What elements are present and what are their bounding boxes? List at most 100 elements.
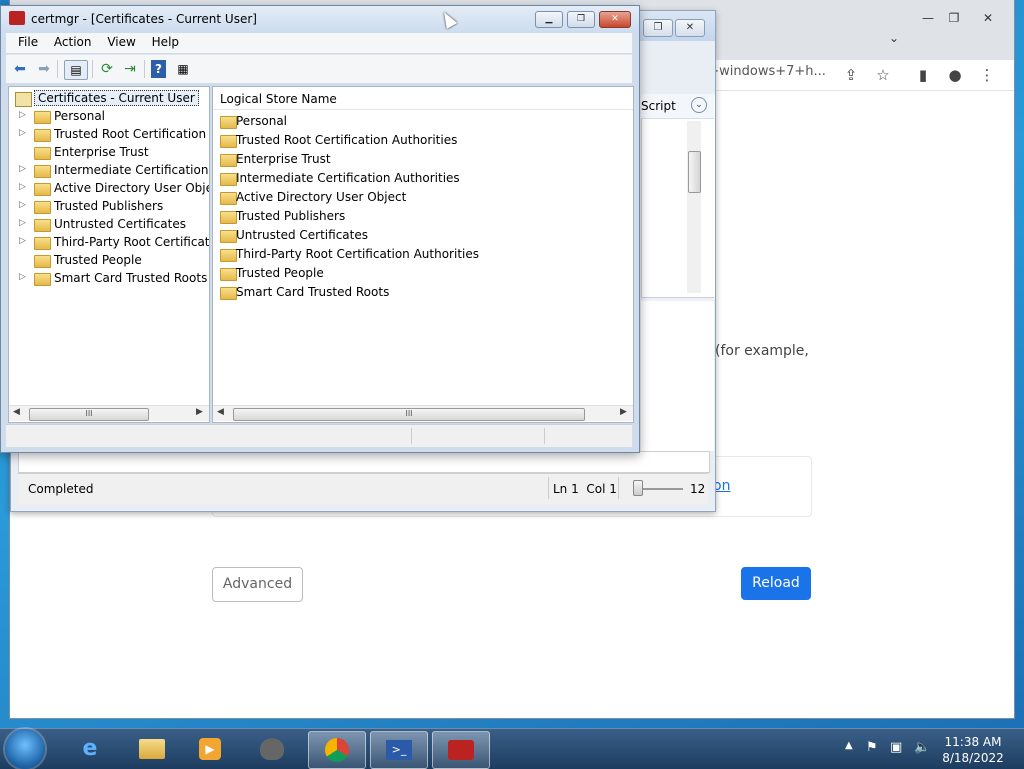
tree-item[interactable]: ▷ Personal: [9, 108, 209, 126]
tree-item[interactable]: ▷ Trusted Publishers: [9, 198, 209, 216]
tree-pane[interactable]: Certificates - Current User ▷ Personal ▷ Tr…: [8, 86, 210, 423]
help-icon[interactable]: ?: [151, 60, 166, 78]
expand-arrow-icon[interactable]: ▷: [19, 164, 26, 174]
list-item[interactable]: Smart Card Trusted Roots: [213, 283, 633, 302]
maximize-button[interactable]: ❐: [567, 11, 595, 28]
tree-item[interactable]: Trusted People: [9, 252, 209, 270]
list-item-label: Enterprise Trust: [236, 152, 331, 166]
tab-search-chevron-icon[interactable]: ⌄: [881, 30, 907, 48]
list-item[interactable]: Trusted People: [213, 264, 633, 283]
close-button[interactable]: ✕: [599, 11, 631, 28]
system-clock[interactable]: 11:38 AM 8/18/2022: [938, 734, 1008, 766]
status-text: Completed: [28, 482, 94, 496]
chrome-icon[interactable]: [308, 731, 366, 769]
menu-action[interactable]: Action: [54, 35, 92, 49]
expand-arrow-icon[interactable]: ▷: [19, 218, 26, 228]
media-player-icon[interactable]: ▶: [182, 731, 238, 767]
profile-avatar-icon[interactable]: ●: [946, 66, 964, 84]
tree-item-label: Enterprise Trust: [54, 145, 149, 159]
expand-arrow-icon[interactable]: ▷: [19, 182, 26, 192]
omnibox-text[interactable]: n+windows+7+h...: [700, 64, 840, 86]
forward-arrow-icon[interactable]: ➡: [35, 60, 53, 78]
list-item[interactable]: Third-Party Root Certification Authoriti…: [213, 245, 633, 264]
column-header-label[interactable]: Logical Store Name: [220, 92, 337, 106]
expand-arrow-icon[interactable]: ▷: [19, 200, 26, 210]
volume-muted-icon[interactable]: 🔈: [914, 740, 930, 755]
folder-icon: [220, 287, 237, 300]
console-pane[interactable]: [18, 451, 710, 473]
tree-item[interactable]: ▷ Untrusted Certificates: [9, 216, 209, 234]
minimize-button[interactable]: —: [915, 10, 941, 28]
folder-icon: [220, 154, 237, 167]
list-item[interactable]: Trusted Root Certification Authorities: [213, 131, 633, 150]
expand-arrow-icon[interactable]: ▷: [19, 272, 26, 282]
collapse-chevron-icon[interactable]: ⌄: [691, 97, 707, 113]
file-explorer-icon[interactable]: [124, 731, 180, 767]
properties-icon[interactable]: ▦: [174, 60, 192, 78]
vertical-scrollbar[interactable]: [687, 121, 701, 293]
side-panel-icon[interactable]: ▮: [914, 66, 932, 84]
start-button[interactable]: [5, 729, 45, 769]
tree-item[interactable]: ▷ Intermediate Certification Au: [9, 162, 209, 180]
close-button[interactable]: ✕: [975, 10, 1001, 28]
list-item[interactable]: Intermediate Certification Authorities: [213, 169, 633, 188]
network-icon[interactable]: ▣: [890, 740, 902, 755]
menu-help[interactable]: Help: [152, 35, 179, 49]
list-hscroll-thumb[interactable]: III: [233, 408, 585, 421]
zoom-slider-thumb[interactable]: [633, 480, 643, 496]
ise-maximize-button[interactable]: ❐: [643, 19, 673, 37]
output-pane[interactable]: [641, 301, 714, 451]
raccoon-app-icon[interactable]: [244, 731, 300, 767]
refresh-icon[interactable]: ⟳: [98, 60, 116, 78]
expand-arrow-icon[interactable]: ▷: [19, 236, 26, 246]
scroll-thumb[interactable]: [688, 151, 701, 193]
certmgr-taskbar-icon[interactable]: [432, 731, 490, 769]
minimize-button[interactable]: ▁: [535, 11, 563, 28]
show-hide-tree-icon[interactable]: ▤: [64, 60, 88, 80]
list-item-label: Personal: [236, 114, 288, 128]
show-hidden-icons-icon[interactable]: ▲: [845, 740, 853, 751]
powershell-icon[interactable]: >_: [370, 731, 428, 769]
script-pane[interactable]: [641, 94, 715, 298]
action-center-flag-icon[interactable]: ⚑: [866, 740, 878, 755]
list-item[interactable]: Active Directory User Object: [213, 188, 633, 207]
status-divider: [618, 477, 619, 499]
list-item[interactable]: Enterprise Trust: [213, 150, 633, 169]
tree-hscrollbar[interactable]: ◀ III ▶: [9, 405, 209, 421]
reload-button[interactable]: Reload: [741, 567, 811, 600]
export-list-icon[interactable]: ⇥: [121, 60, 139, 78]
scroll-left-arrow-icon[interactable]: ◀: [13, 407, 20, 417]
list-column-header[interactable]: Logical Store Name: [213, 87, 633, 110]
tree-root-label[interactable]: Certificates - Current User: [34, 90, 199, 106]
list-item-label: Third-Party Root Certification Authoriti…: [236, 247, 479, 261]
back-arrow-icon[interactable]: ⬅: [11, 60, 29, 78]
tree-hscroll-thumb[interactable]: III: [29, 408, 149, 421]
list-item[interactable]: Trusted Publishers: [213, 207, 633, 226]
ise-close-button[interactable]: ✕: [675, 19, 705, 37]
list-item[interactable]: Untrusted Certificates: [213, 226, 633, 245]
store-list-pane[interactable]: Logical Store Name Personal Trusted Root …: [212, 86, 634, 423]
menu-file[interactable]: File: [18, 35, 38, 49]
tree-item[interactable]: Enterprise Trust: [9, 144, 209, 162]
bookmark-star-icon[interactable]: ☆: [874, 66, 892, 84]
internet-explorer-icon[interactable]: e: [62, 731, 118, 767]
list-hscrollbar[interactable]: ◀ III ▶: [213, 405, 633, 421]
scroll-left-arrow-icon[interactable]: ◀: [217, 407, 224, 417]
advanced-button[interactable]: Advanced: [212, 567, 303, 602]
menu-bar: File Action View Help: [6, 33, 632, 53]
maximize-button[interactable]: ❐: [941, 10, 967, 28]
list-item[interactable]: Personal: [213, 112, 633, 131]
share-icon[interactable]: ⇪: [842, 66, 860, 84]
tree-item[interactable]: ▷ Active Directory User Object: [9, 180, 209, 198]
page-body-text: (for example,: [715, 343, 809, 359]
tree-item[interactable]: ▷ Third-Party Root Certificatior: [9, 234, 209, 252]
expand-arrow-icon[interactable]: ▷: [19, 110, 26, 120]
tree-item[interactable]: ▷ Smart Card Trusted Roots: [9, 270, 209, 288]
tree-item[interactable]: ▷ Trusted Root Certification Au: [9, 126, 209, 144]
menu-dots-icon[interactable]: ⋮: [978, 66, 996, 84]
list-item-label: Untrusted Certificates: [236, 228, 368, 242]
scroll-right-arrow-icon[interactable]: ▶: [620, 407, 627, 417]
menu-view[interactable]: View: [107, 35, 135, 49]
scroll-right-arrow-icon[interactable]: ▶: [196, 407, 203, 417]
expand-arrow-icon[interactable]: ▷: [19, 128, 26, 138]
